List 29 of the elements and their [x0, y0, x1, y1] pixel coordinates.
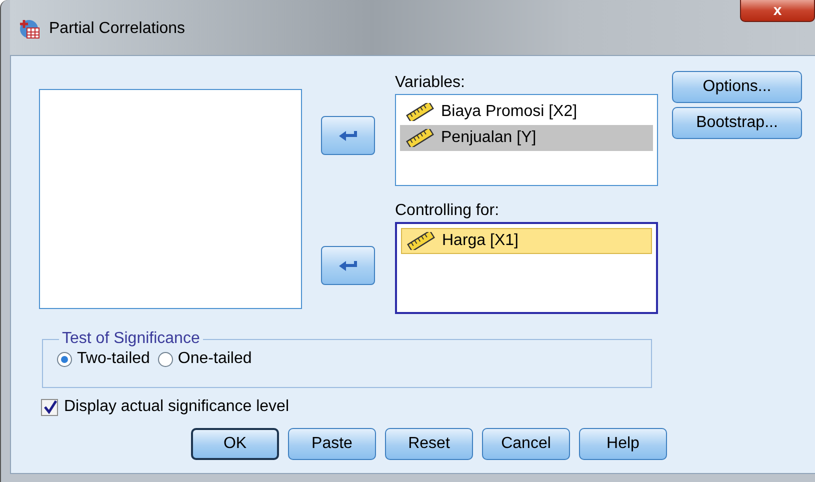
window-title: Partial Correlations: [49, 20, 186, 38]
dialog-button[interactable]: Help: [579, 428, 667, 460]
dialog-button[interactable]: OK: [191, 428, 279, 460]
radio-label: One-tailed: [178, 350, 252, 368]
dialog-button[interactable]: Paste: [288, 428, 376, 460]
variable-name: Biaya Promosi [X2]: [441, 103, 578, 121]
move-button[interactable]: [321, 246, 375, 285]
controlling-label: Controlling for:: [395, 202, 500, 221]
variable-name: Harga [X1]: [442, 232, 518, 250]
variable-item[interactable]: Biaya Promosi [X2]: [400, 99, 653, 125]
dialog-button[interactable]: Cancel: [482, 428, 570, 460]
dialog-button[interactable]: Reset: [385, 428, 473, 460]
variable-list[interactable]: Harga [X1]: [395, 222, 658, 314]
radio-option[interactable]: Two-tailed: [57, 350, 150, 368]
variable-item[interactable]: Penjualan [Y]: [400, 125, 653, 151]
dialog-button[interactable]: Bootstrap...: [672, 107, 802, 139]
move-button[interactable]: [321, 116, 375, 155]
group-title: Test of Significance: [61, 330, 201, 348]
radio-option[interactable]: One-tailed: [158, 350, 252, 368]
variable-list[interactable]: Biaya Promosi [X2] Penjualan [Y]: [395, 94, 658, 186]
dialog-button[interactable]: Options...: [672, 71, 802, 103]
table-icon: [19, 18, 41, 40]
checkbox-option[interactable]: Display actual significance level: [41, 398, 815, 416]
checkbox-label: Display actual significance level: [64, 398, 289, 416]
variable-item[interactable]: Harga [X1]: [401, 228, 652, 254]
variable-name: Penjualan [Y]: [441, 129, 536, 147]
radio-label: Two-tailed: [77, 350, 150, 368]
close-button[interactable]: x: [740, 0, 815, 22]
variables-label: Variables:: [395, 74, 466, 93]
